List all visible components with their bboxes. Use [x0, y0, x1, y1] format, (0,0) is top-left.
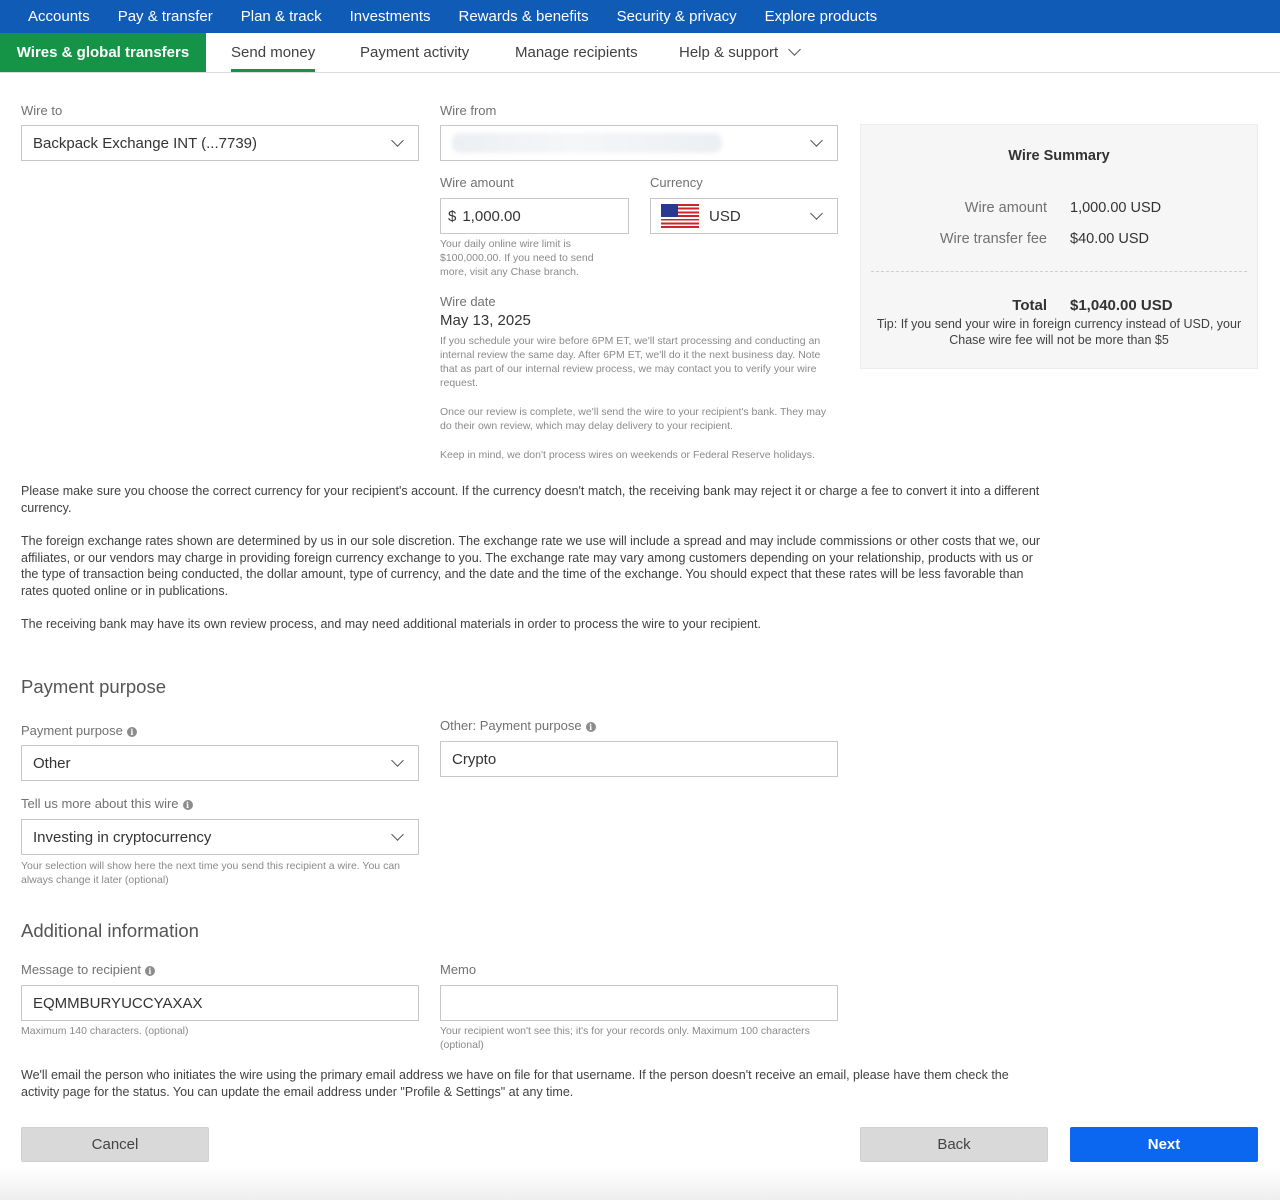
other-payment-purpose-input[interactable]: Crypto — [440, 741, 838, 777]
nav-explore-products[interactable]: Explore products — [765, 8, 878, 25]
chevron-down-icon — [391, 828, 404, 841]
page-bottom-fade — [0, 1168, 1280, 1200]
payment-purpose-select[interactable]: Other — [21, 745, 419, 781]
message-to-recipient-label: Message to recipient i — [21, 962, 155, 977]
nav-security-privacy[interactable]: Security & privacy — [617, 8, 737, 25]
nav-pay-transfer[interactable]: Pay & transfer — [118, 8, 213, 25]
tab-payment-activity[interactable]: Payment activity — [360, 33, 469, 72]
nav-plan-track[interactable]: Plan & track — [241, 8, 322, 25]
chevron-down-icon — [391, 754, 404, 767]
summary-total-label: Total — [1012, 297, 1047, 314]
tab-help-support[interactable]: Help & support — [679, 33, 802, 72]
wire-amount-input[interactable]: $ 1,000.00 — [440, 198, 629, 234]
memo-label: Memo — [440, 962, 477, 977]
email-notice: We'll email the person who initiates the… — [21, 1068, 1009, 1099]
tell-us-more-label: Tell us more about this wire i — [21, 796, 193, 811]
nav-rewards-benefits[interactable]: Rewards & benefits — [459, 8, 589, 25]
cancel-button[interactable]: Cancel — [21, 1127, 209, 1162]
summary-tip: Tip: If you send your wire in foreign cu… — [876, 317, 1242, 347]
currency-value: USD — [709, 207, 741, 225]
currency-select[interactable]: USD — [650, 198, 838, 234]
other-payment-purpose-value: Crypto — [452, 750, 497, 768]
tell-us-more-hint: Your selection will show here the next t… — [21, 860, 400, 886]
currency-label: Currency — [650, 175, 703, 190]
wire-summary-panel: Wire Summary Wire amount 1,000.00 USD Wi… — [860, 124, 1258, 369]
message-to-recipient-input[interactable]: EQMMBURYUCCYAXAX — [21, 985, 419, 1021]
next-button[interactable]: Next — [1070, 1127, 1258, 1162]
message-to-recipient-value: EQMMBURYUCCYAXAX — [33, 994, 203, 1012]
chevron-down-icon — [810, 207, 823, 220]
top-navigation: Accounts Pay & transfer Plan & track Inv… — [0, 0, 1280, 33]
wire-limit-hint: Your daily online wire limit is $100,000… — [440, 238, 594, 278]
tell-us-more-select[interactable]: Investing in cryptocurrency — [21, 819, 419, 855]
tab-send-money[interactable]: Send money — [231, 33, 316, 72]
wire-to-label: Wire to — [21, 103, 63, 118]
other-payment-purpose-label: Other: Payment purpose i — [440, 718, 596, 733]
info-icon[interactable]: i — [126, 727, 137, 737]
tab-manage-recipients[interactable]: Manage recipients — [515, 33, 638, 72]
currency-disclaimer: Please make sure you choose the correct … — [21, 484, 1040, 515]
info-icon[interactable]: i — [585, 722, 596, 732]
message-hint: Maximum 140 characters. (optional) — [21, 1025, 189, 1037]
tab-help-support-label: Help & support — [679, 44, 779, 61]
exchange-rate-disclaimer: The foreign exchange rates shown are det… — [21, 534, 1041, 598]
tab-wires-global-transfers[interactable]: Wires & global transfers — [0, 33, 206, 72]
payment-purpose-heading: Payment purpose — [21, 676, 167, 697]
payment-purpose-value: Other — [33, 754, 71, 772]
chevron-down-icon — [788, 43, 802, 56]
wire-from-select[interactable] — [440, 125, 838, 161]
receiving-bank-disclaimer: The receiving bank may have its own revi… — [21, 617, 761, 631]
wire-date-value: May 13, 2025 — [440, 312, 531, 329]
wire-date-note-1: If you schedule your wire before 6PM ET,… — [440, 335, 821, 389]
currency-symbol: $ — [448, 207, 457, 225]
wire-date-note-3: Keep in mind, we don't process wires on … — [440, 449, 815, 461]
back-button[interactable]: Back — [860, 1127, 1048, 1162]
wire-summary-title: Wire Summary — [1008, 148, 1110, 164]
wire-to-select[interactable]: Backpack Exchange INT (...7739) — [21, 125, 419, 161]
payment-purpose-label: Payment purpose i — [21, 723, 137, 738]
memo-input[interactable] — [440, 985, 838, 1021]
sub-navigation: Wires & global transfers Send money Paym… — [0, 33, 1280, 73]
summary-fee-value: $40.00 USD — [1070, 231, 1149, 247]
tell-us-more-value: Investing in cryptocurrency — [33, 828, 212, 846]
nav-accounts[interactable]: Accounts — [28, 8, 90, 25]
wire-date-label: Wire date — [440, 294, 496, 309]
memo-hint: Your recipient won't see this; it's for … — [440, 1025, 810, 1051]
chevron-down-icon — [810, 134, 823, 147]
summary-amount-value: 1,000.00 USD — [1070, 200, 1162, 216]
wire-from-label: Wire from — [440, 103, 497, 118]
summary-amount-label: Wire amount — [964, 200, 1047, 216]
additional-information-heading: Additional information — [21, 920, 199, 941]
info-icon[interactable]: i — [182, 800, 193, 810]
summary-fee-label: Wire transfer fee — [939, 231, 1047, 247]
wire-amount-label: Wire amount — [440, 175, 514, 190]
us-flag-icon — [661, 204, 699, 228]
wire-date-note-2: Once our review is complete, we'll send … — [440, 406, 827, 432]
wire-amount-value: 1,000.00 — [462, 207, 521, 225]
summary-divider — [871, 271, 1247, 272]
redacted-account-value — [452, 133, 722, 153]
nav-investments[interactable]: Investments — [350, 8, 431, 25]
wire-to-value: Backpack Exchange INT (...7739) — [33, 134, 258, 152]
info-icon[interactable]: i — [144, 966, 155, 976]
summary-total-value: $1,040.00 USD — [1070, 297, 1173, 314]
chevron-down-icon — [391, 134, 404, 147]
